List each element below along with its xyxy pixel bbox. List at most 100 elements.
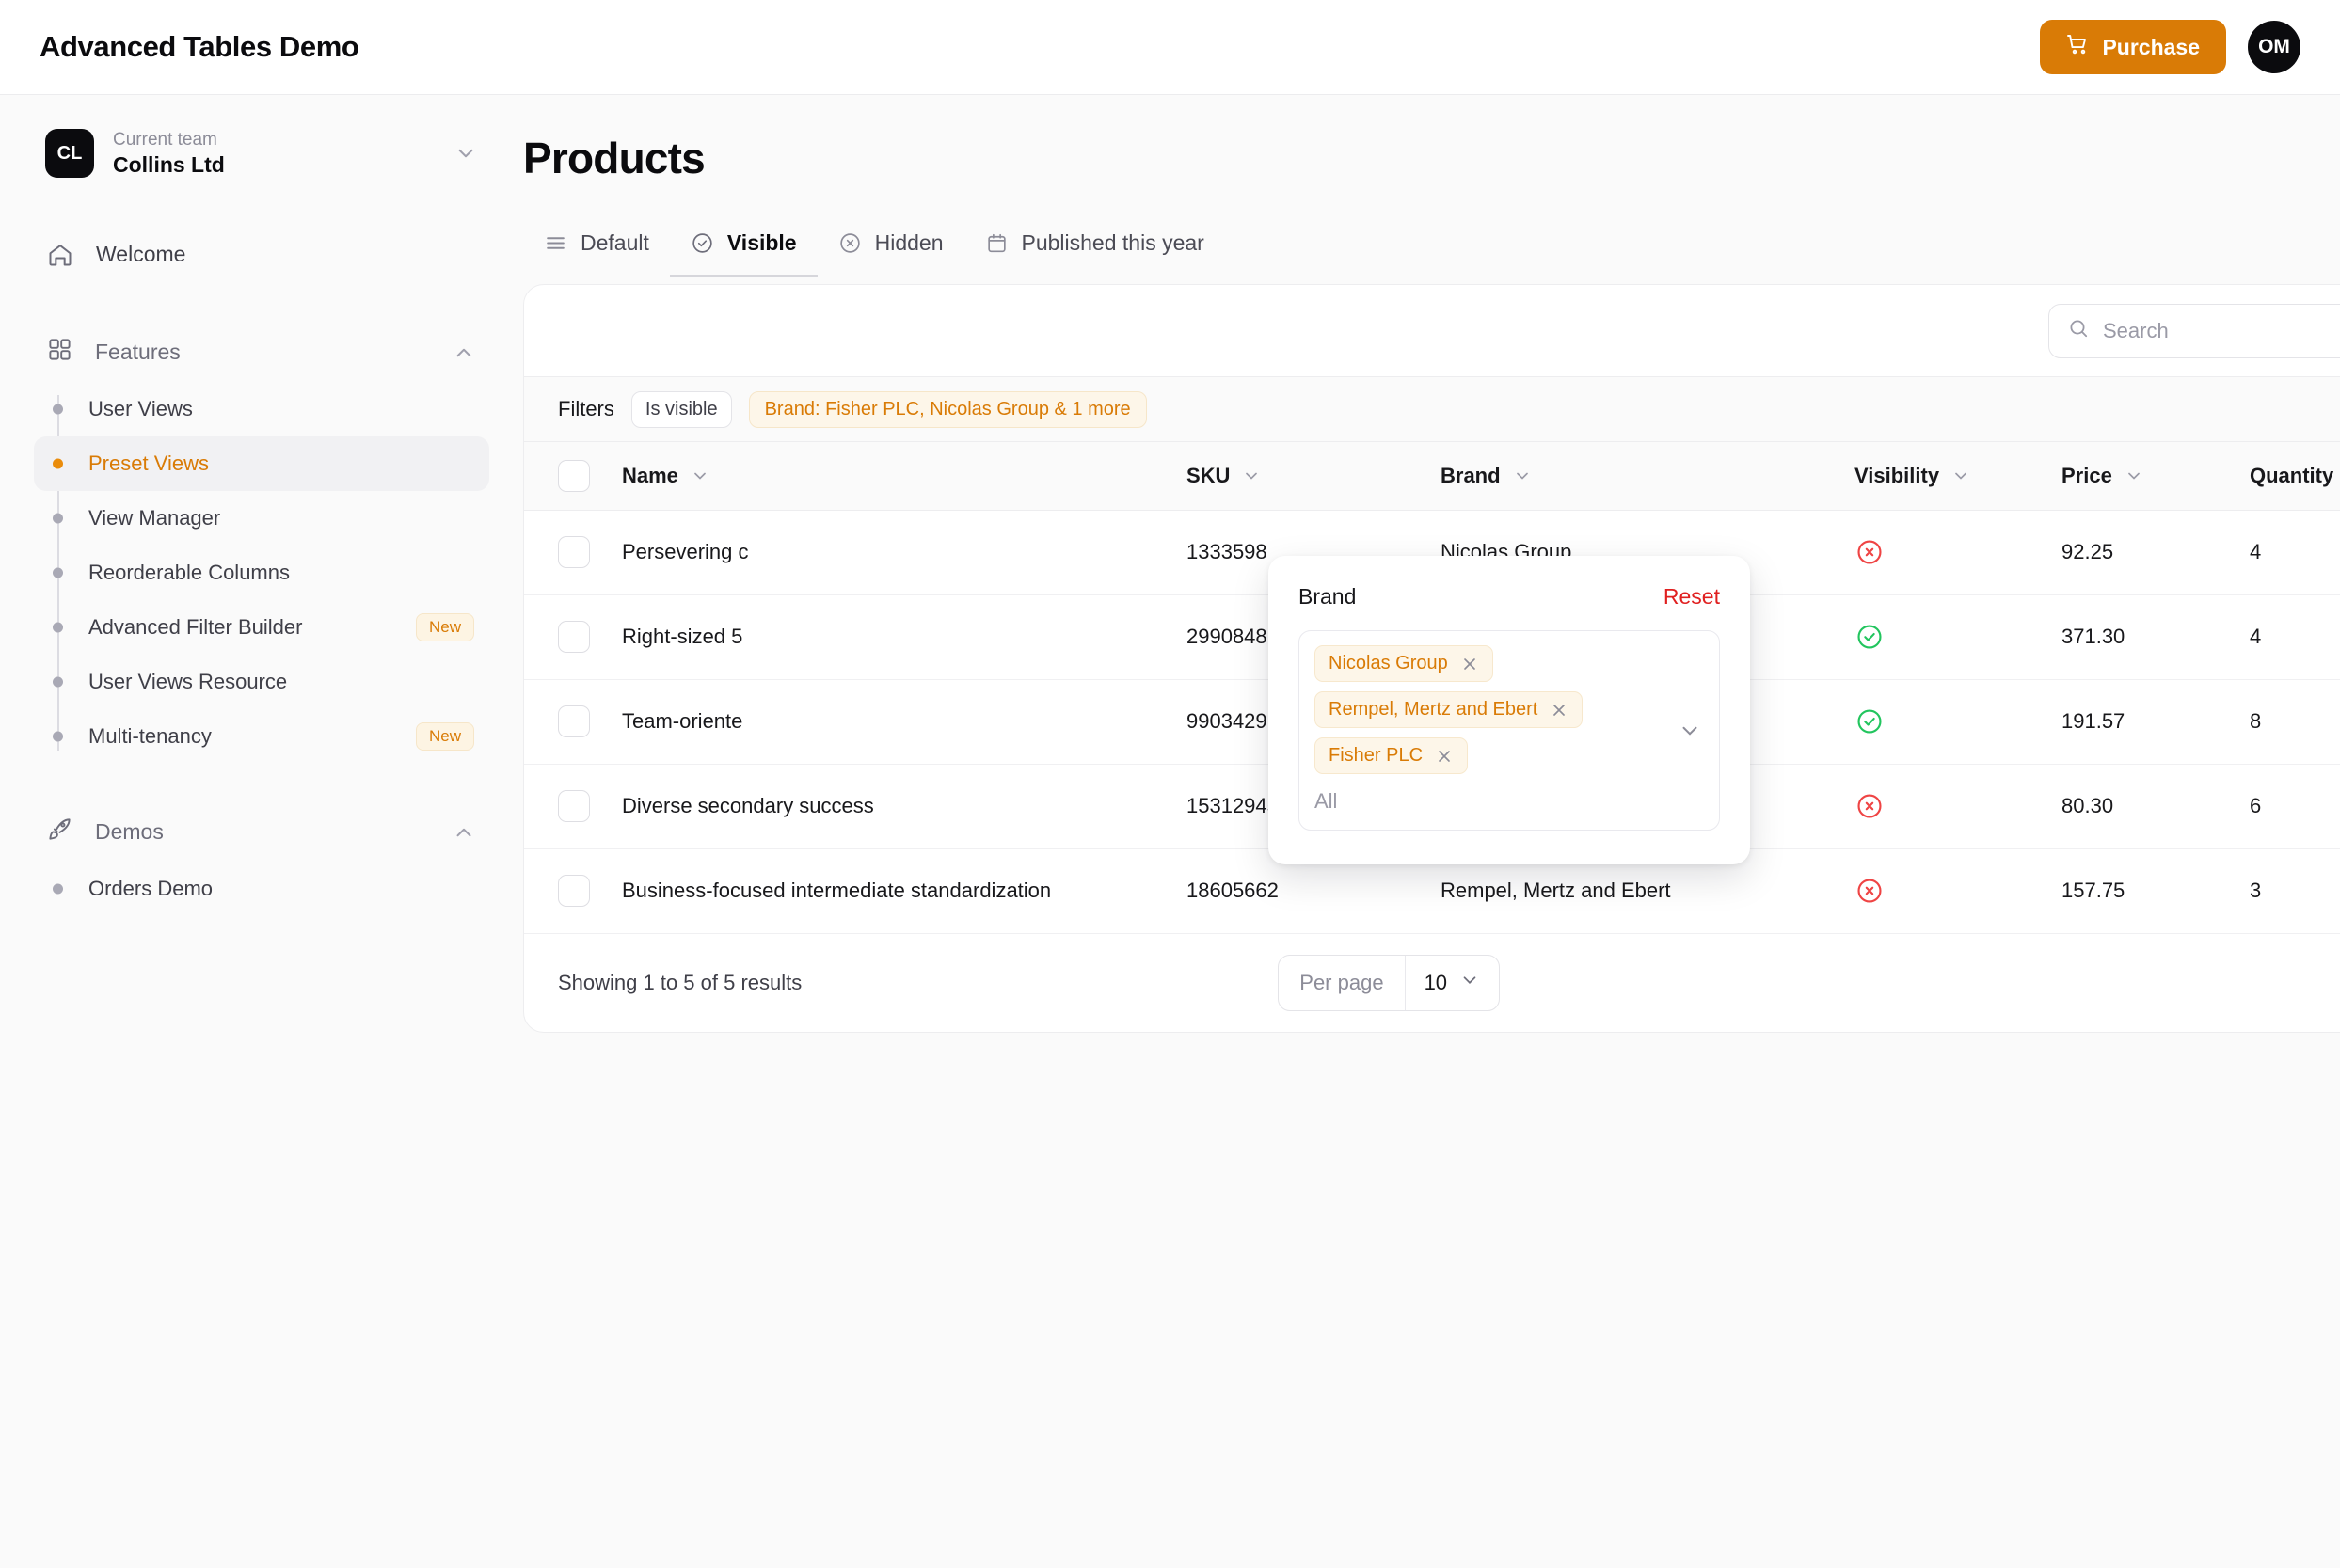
remove-tag-icon[interactable] [1435, 747, 1454, 766]
avatar[interactable]: OM [2248, 21, 2300, 73]
search-icon [2067, 317, 2090, 344]
row-select-cell [524, 510, 607, 594]
cell-quantity: 8 [2250, 709, 2262, 733]
team-text: Current team Collins Ltd [113, 129, 435, 179]
sidebar-item-user-views[interactable]: User Views [34, 382, 489, 436]
per-page-value: 10 [1424, 971, 1448, 994]
cell-name: Business-focused intermediate standardiz… [622, 879, 1052, 903]
tab-default[interactable]: Default [523, 230, 670, 277]
team-selector[interactable]: CL Current team Collins Ltd [34, 116, 489, 192]
table-header-row: Name SKU Brand Visibility Price Quantity [524, 442, 2340, 511]
tab-published-this-year[interactable]: Published this year [964, 230, 1225, 277]
remove-tag-icon[interactable] [1460, 655, 1479, 673]
cell-visibility [1839, 679, 2046, 764]
tab-visible[interactable]: Visible [669, 230, 818, 277]
sidebar-item-reorderable-columns[interactable]: Reorderable Columns [34, 546, 489, 600]
select-all-header [524, 442, 607, 511]
app-layout: CL Current team Collins Ltd Welcome Feat [0, 95, 2340, 1568]
cell-price: 92.25 [2061, 540, 2114, 563]
rocket-icon [47, 816, 72, 847]
row-checkbox[interactable] [558, 790, 590, 822]
per-page-value-button[interactable]: 10 [1406, 956, 1499, 1010]
cell-quantity: 3 [2250, 879, 2262, 903]
main-content: Products Demo [523, 95, 2340, 1568]
popover-header: Brand Reset [1298, 584, 1720, 610]
app-title: Advanced Tables Demo [40, 30, 359, 63]
list-icon [544, 231, 567, 255]
chevron-up-icon [452, 341, 476, 365]
row-checkbox[interactable] [558, 536, 590, 568]
chevron-down-icon[interactable] [1678, 719, 1702, 743]
tab-hidden[interactable]: Hidden [818, 230, 964, 277]
sidebar-item-multi-tenancy[interactable]: Multi-tenancy New [34, 709, 489, 764]
page-title: Products [523, 134, 706, 182]
view-tabs-row: Default Visible Hidden Published this ye… [523, 230, 2340, 277]
sidebar-item-label: Welcome [96, 242, 186, 266]
search-input[interactable] [2103, 318, 2340, 343]
x-circle-icon [1854, 537, 2031, 567]
search-box[interactable] [2048, 303, 2340, 358]
brand-filter-popover: Brand Reset Nicolas Group Rempel, Mertz … [1268, 556, 1750, 864]
tab-label: Default [581, 230, 649, 255]
sidebar-item-label: User Views [88, 396, 193, 420]
reset-button[interactable]: Reset [1663, 584, 1720, 610]
select-all-checkbox[interactable] [558, 459, 590, 492]
cell-price: 157.75 [2061, 879, 2125, 903]
sidebar-item-welcome[interactable]: Welcome [34, 226, 489, 284]
x-circle-icon [1854, 876, 2031, 906]
sidebar-item-advanced-filter-builder[interactable]: Advanced Filter Builder New [34, 600, 489, 655]
selected-tag-row: Rempel, Mertz and Ebert [1314, 691, 1704, 737]
check-circle-icon [1854, 706, 2031, 736]
bullet-icon [53, 622, 63, 632]
cell-quantity: 6 [2250, 794, 2262, 817]
sidebar-item-user-views-resource[interactable]: User Views Resource [34, 655, 489, 709]
sidebar-group-features[interactable]: Features [34, 324, 489, 382]
sidebar-subitems-demos: Orders Demo [34, 862, 489, 916]
filter-chip-is-visible[interactable]: Is visible [630, 390, 732, 428]
selected-tag-nicolas-group[interactable]: Nicolas Group [1314, 645, 1493, 682]
column-header-quantity[interactable]: Quantity [2235, 442, 2340, 511]
cell-visibility [1839, 510, 2046, 594]
column-label: SKU [1186, 463, 1231, 487]
x-circle-icon [838, 231, 862, 255]
column-header-name[interactable]: Name [607, 442, 1171, 511]
purchase-button[interactable]: Purchase [2040, 20, 2226, 74]
sidebar-item-label: User Views Resource [88, 669, 288, 693]
top-bar-actions: Purchase OM [2040, 20, 2300, 74]
grid-icon [47, 337, 72, 368]
filter-chip-brand[interactable]: Brand: Fisher PLC, Nicolas Group & 1 mor… [748, 390, 1147, 428]
row-checkbox[interactable] [558, 875, 590, 908]
selected-tag-rempel-mertz-and-ebert[interactable]: Rempel, Mertz and Ebert [1314, 691, 1584, 728]
table-toolbar: 1 [524, 285, 2340, 376]
sidebar-item-label: Advanced Filter Builder [88, 614, 303, 639]
calendar-icon [985, 231, 1009, 255]
column-header-sku[interactable]: SKU [1171, 442, 1425, 511]
column-header-price[interactable]: Price [2046, 442, 2235, 511]
sidebar-group-demos[interactable]: Demos [34, 803, 489, 862]
column-header-visibility[interactable]: Visibility [1839, 442, 2046, 511]
row-select-cell [524, 848, 607, 933]
results-summary: Showing 1 to 5 of 5 results [558, 971, 803, 994]
check-circle-icon [1854, 622, 2031, 652]
team-avatar: CL [45, 129, 94, 179]
remove-tag-icon[interactable] [1550, 701, 1568, 720]
row-select-cell [524, 679, 607, 764]
chevron-down-icon [691, 467, 709, 485]
active-filters-bar: Filters Is visible Brand: Fisher PLC, Ni… [524, 376, 2340, 442]
per-page-selector[interactable]: Per page 10 [1278, 955, 1501, 1011]
bullet-icon [53, 567, 63, 578]
chevron-down-icon [2125, 467, 2143, 485]
team-name: Collins Ltd [113, 151, 225, 177]
sidebar-subitems-features: User Views Preset Views View Manager Reo… [34, 382, 489, 764]
sidebar-item-orders-demo[interactable]: Orders Demo [34, 862, 489, 916]
sidebar-item-preset-views[interactable]: Preset Views [34, 436, 489, 491]
column-header-brand[interactable]: Brand [1425, 442, 1839, 511]
brand-multiselect[interactable]: Nicolas Group Rempel, Mertz and Ebert Fi… [1298, 630, 1720, 831]
column-label: Price [2061, 463, 2112, 487]
row-checkbox[interactable] [558, 621, 590, 653]
per-page-label: Per page [1279, 956, 1406, 1010]
row-checkbox[interactable] [558, 705, 590, 737]
selected-tag-fisher-plc[interactable]: Fisher PLC [1314, 737, 1469, 774]
multiselect-placeholder: All [1314, 789, 1338, 813]
sidebar-item-view-manager[interactable]: View Manager [34, 491, 489, 546]
